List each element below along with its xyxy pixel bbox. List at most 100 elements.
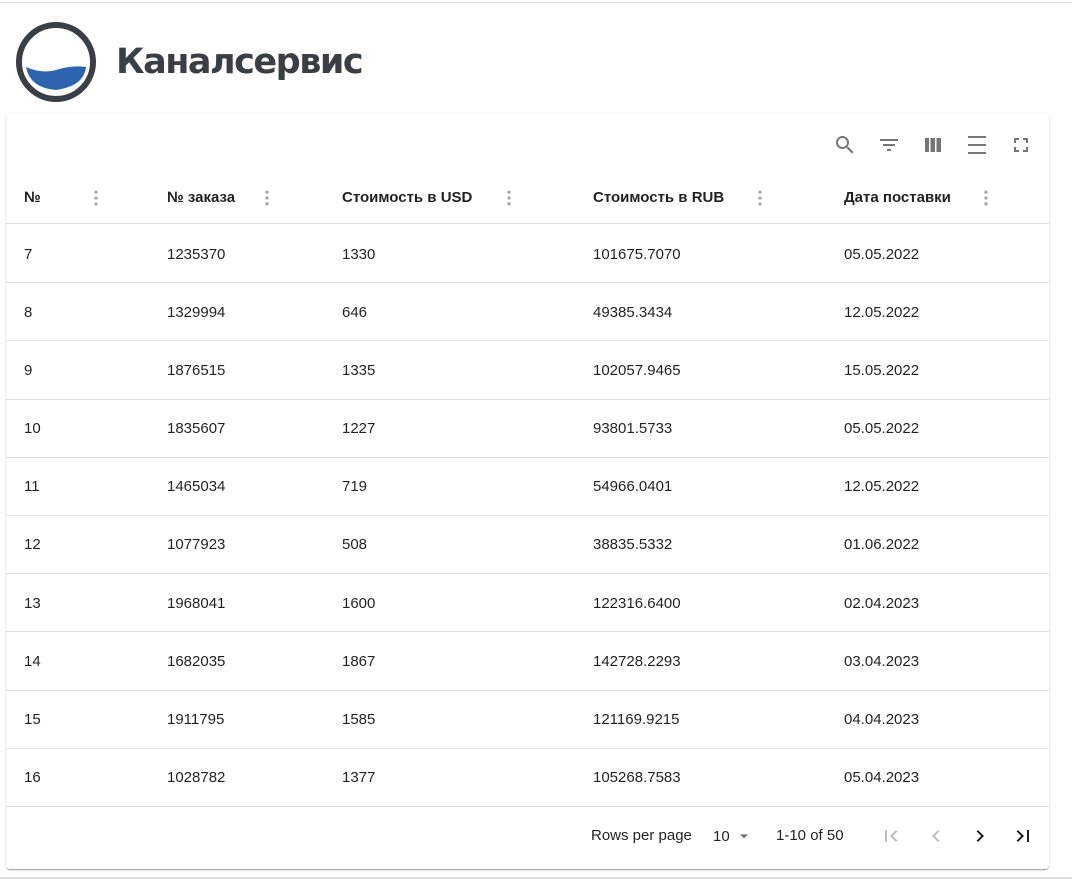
more-vert-icon <box>758 190 762 206</box>
cell-order-number: 1465034 <box>167 478 226 496</box>
cell-usd: 1330 <box>342 245 376 263</box>
search-button[interactable] <box>825 125 865 165</box>
table-toolbar <box>821 125 1041 165</box>
cell-delivery-date: 01.06.2022 <box>844 536 920 554</box>
cell-rub: 122316.6400 <box>593 594 681 612</box>
next-page-button[interactable] <box>960 816 1000 856</box>
column-header-usd[interactable]: Стоимость в USD <box>342 171 472 224</box>
column-header-number[interactable]: № <box>24 171 41 224</box>
table-row[interactable]: 8 1329994 646 49385.3434 12.05.2022 <box>6 283 1049 342</box>
cell-delivery-date: 05.05.2022 <box>844 245 920 263</box>
cell-number: 13 <box>24 594 41 612</box>
cell-order-number: 1876515 <box>167 361 226 379</box>
previous-page-button[interactable] <box>916 816 956 856</box>
table-row[interactable]: 16 1028782 1377 105268.7583 05.04.2023 <box>6 749 1049 807</box>
density-icon <box>968 136 986 154</box>
cell-usd: 1227 <box>342 420 376 438</box>
cell-rub: 38835.5332 <box>593 536 673 554</box>
column-menu-button[interactable] <box>81 183 111 213</box>
water-circle-logo-icon <box>16 22 96 102</box>
column-header-delivery-date[interactable]: Дата поставки <box>844 171 951 224</box>
more-vert-icon <box>507 190 511 206</box>
cell-order-number: 1835607 <box>167 420 226 438</box>
cell-order-number: 1682035 <box>167 652 226 670</box>
cell-number: 9 <box>24 361 33 379</box>
table-row[interactable]: 12 1077923 508 38835.5332 01.06.2022 <box>6 516 1049 575</box>
cell-rub: 102057.9465 <box>593 361 681 379</box>
filter-button[interactable] <box>869 125 909 165</box>
cell-number: 14 <box>24 652 41 670</box>
cell-number: 15 <box>24 711 41 728</box>
table-row[interactable]: 10 1835607 1227 93801.5733 05.05.2022 <box>6 400 1049 458</box>
column-header-rub[interactable]: Стоимость в RUB <box>593 171 724 224</box>
table-body: 7 1235370 1330 101675.7070 05.05.2022 8 … <box>6 225 1049 807</box>
cell-order-number: 1077923 <box>167 536 226 554</box>
first-page-icon <box>885 830 898 842</box>
chevron-left-icon <box>932 830 940 842</box>
cell-rub: 93801.5733 <box>593 420 673 438</box>
fullscreen-icon <box>1014 138 1028 152</box>
first-page-button[interactable] <box>871 816 911 856</box>
last-page-button[interactable] <box>1003 816 1043 856</box>
table-row[interactable]: 13 1968041 1600 122316.6400 02.04.2023 <box>6 574 1049 633</box>
page-range-label: 1-10 of 50 <box>776 827 844 844</box>
cell-rub: 121169.9215 <box>593 711 680 728</box>
table-pagination: Rows per page 10 1-10 of 50 <box>6 807 1049 865</box>
bottom-divider <box>0 877 1072 879</box>
cell-number: 16 <box>24 769 41 787</box>
column-header-order-number[interactable]: № заказа <box>167 171 235 224</box>
brand-name: Каналсервис <box>116 42 364 82</box>
table-header: № № заказа Стоимость в USD Стоимость в R… <box>6 171 1049 224</box>
column-menu-button[interactable] <box>252 183 282 213</box>
rows-per-page-select[interactable]: 10 <box>713 824 754 848</box>
cell-number: 8 <box>24 303 33 321</box>
table-row[interactable]: 7 1235370 1330 101675.7070 05.05.2022 <box>6 225 1049 284</box>
cell-number: 11 <box>24 478 40 496</box>
rows-per-page-label: Rows per page <box>591 827 692 844</box>
cell-number: 10 <box>24 420 41 438</box>
column-menu-button[interactable] <box>745 183 775 213</box>
column-menu-button[interactable] <box>971 183 1001 213</box>
last-page-icon <box>1016 830 1029 842</box>
columns-icon <box>925 138 941 152</box>
table-row[interactable]: 15 1911795 1585 121169.9215 04.04.2023 <box>6 691 1049 749</box>
cell-delivery-date: 15.05.2022 <box>844 361 920 379</box>
chevron-right-icon <box>976 830 984 842</box>
cell-delivery-date: 03.04.2023 <box>844 652 920 670</box>
cell-usd: 1867 <box>342 652 376 670</box>
cell-rub: 105268.7583 <box>593 769 681 787</box>
cell-delivery-date: 05.04.2023 <box>844 769 920 787</box>
cell-delivery-date: 04.04.2023 <box>844 711 920 728</box>
cell-usd: 719 <box>342 478 368 496</box>
cell-order-number: 1028782 <box>167 769 226 787</box>
cell-usd: 508 <box>342 536 368 554</box>
arrow-drop-down-icon <box>739 834 748 839</box>
cell-delivery-date: 12.05.2022 <box>844 303 920 321</box>
table-row[interactable]: 9 1876515 1335 102057.9465 15.05.2022 <box>6 341 1049 400</box>
column-menu-button[interactable] <box>494 183 524 213</box>
cell-delivery-date: 12.05.2022 <box>844 478 920 496</box>
more-vert-icon <box>984 190 988 206</box>
table-row[interactable]: 14 1682035 1867 142728.2293 03.04.2023 <box>6 632 1049 691</box>
more-vert-icon <box>94 190 98 206</box>
cell-number: 12 <box>24 536 41 554</box>
fullscreen-button[interactable] <box>1001 125 1041 165</box>
cell-usd: 1377 <box>342 769 376 787</box>
cell-order-number: 1911795 <box>167 711 225 728</box>
cell-delivery-date: 02.04.2023 <box>844 594 920 612</box>
cell-usd: 1585 <box>342 711 376 728</box>
cell-rub: 142728.2293 <box>593 652 681 670</box>
cell-rub: 49385.3434 <box>593 303 673 321</box>
rows-per-page-value: 10 <box>713 827 730 845</box>
columns-button[interactable] <box>913 125 953 165</box>
header: Каналсервис <box>14 20 364 104</box>
data-table-panel: № № заказа Стоимость в USD Стоимость в R… <box>6 113 1049 869</box>
cell-order-number: 1235370 <box>167 245 226 263</box>
more-vert-icon <box>265 190 269 206</box>
cell-usd: 1335 <box>342 361 376 379</box>
top-divider <box>0 2 1072 3</box>
cell-usd: 1600 <box>342 594 376 612</box>
table-row[interactable]: 11 1465034 719 54966.0401 12.05.2022 <box>6 458 1049 516</box>
cell-number: 7 <box>24 245 33 263</box>
density-button[interactable] <box>957 125 997 165</box>
